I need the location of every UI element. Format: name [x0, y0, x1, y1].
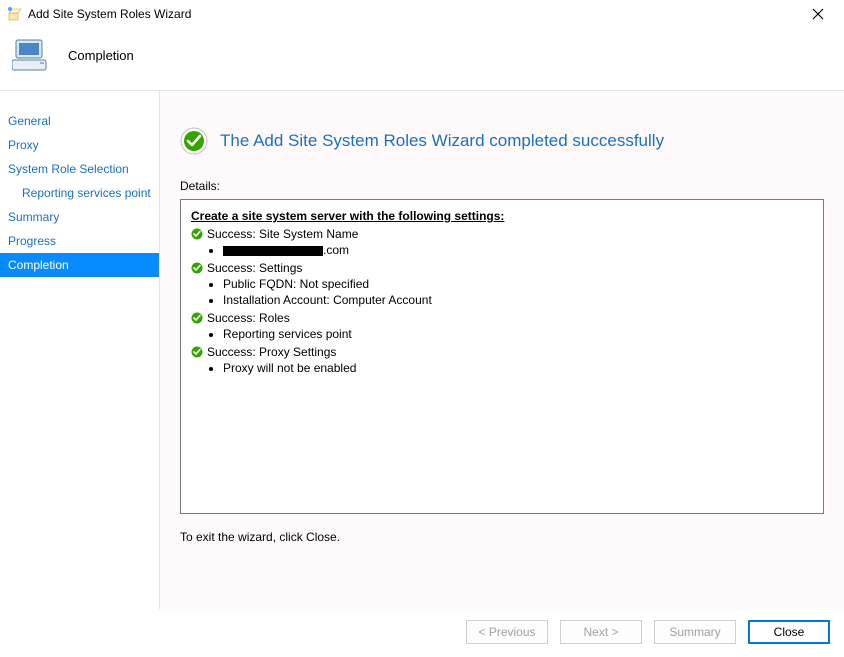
site-system-name-bullets: .com [191, 242, 813, 258]
redacted-server-name [223, 246, 323, 256]
step-progress[interactable]: Progress [0, 229, 159, 253]
computer-icon [12, 38, 54, 72]
step-reporting-services-point[interactable]: Reporting services point [0, 181, 159, 205]
details-box: Create a site system server with the fol… [180, 199, 824, 514]
completion-message: The Add Site System Roles Wizard complet… [220, 131, 664, 151]
page-header-title: Completion [68, 48, 134, 63]
window-title: Add Site System Roles Wizard [28, 7, 191, 21]
details-label: Details: [160, 175, 844, 199]
public-fqdn-bullet: Public FQDN: Not specified [223, 276, 813, 292]
roles-bullets: Reporting services point [191, 326, 813, 342]
title-bar: Add Site System Roles Wizard [0, 0, 844, 28]
server-name-bullet: .com [223, 242, 813, 258]
check-icon [191, 228, 203, 240]
settings-bullets: Public FQDN: Not specified Installation … [191, 276, 813, 308]
step-proxy[interactable]: Proxy [0, 133, 159, 157]
server-suffix: .com [323, 243, 349, 257]
step-general[interactable]: General [0, 109, 159, 133]
wizard-body: General Proxy System Role Selection Repo… [0, 90, 844, 609]
success-line-text: Success: Site System Name [207, 226, 358, 242]
summary-button: Summary [654, 620, 736, 644]
success-proxy-settings: Success: Proxy Settings [191, 344, 813, 360]
success-site-system-name: Success: Site System Name [191, 226, 813, 242]
proxy-bullet: Proxy will not be enabled [223, 360, 813, 376]
wizard-footer: < Previous Next > Summary Close [0, 613, 844, 657]
window-close-button[interactable] [798, 2, 838, 26]
check-icon [191, 262, 203, 274]
success-line-text: Success: Proxy Settings [207, 344, 336, 360]
step-summary[interactable]: Summary [0, 205, 159, 229]
proxy-bullets: Proxy will not be enabled [191, 360, 813, 376]
step-system-role-selection[interactable]: System Role Selection [0, 157, 159, 181]
header-band: Completion [0, 28, 844, 90]
check-icon [191, 312, 203, 324]
success-check-icon [180, 127, 208, 155]
close-button[interactable]: Close [748, 620, 830, 644]
success-roles: Success: Roles [191, 310, 813, 326]
details-heading: Create a site system server with the fol… [191, 208, 813, 224]
role-bullet: Reporting services point [223, 326, 813, 342]
exit-hint: To exit the wizard, click Close. [160, 514, 844, 544]
completion-row: The Add Site System Roles Wizard complet… [160, 91, 844, 175]
wizard-sidebar: General Proxy System Role Selection Repo… [0, 91, 160, 609]
step-completion[interactable]: Completion [0, 253, 159, 277]
next-button: Next > [560, 620, 642, 644]
check-icon [191, 346, 203, 358]
previous-button: < Previous [466, 620, 548, 644]
success-line-text: Success: Roles [207, 310, 290, 326]
wizard-app-icon [6, 6, 22, 22]
wizard-main: The Add Site System Roles Wizard complet… [160, 91, 844, 609]
installation-account-bullet: Installation Account: Computer Account [223, 292, 813, 308]
success-settings: Success: Settings [191, 260, 813, 276]
success-line-text: Success: Settings [207, 260, 302, 276]
close-icon [812, 8, 824, 20]
